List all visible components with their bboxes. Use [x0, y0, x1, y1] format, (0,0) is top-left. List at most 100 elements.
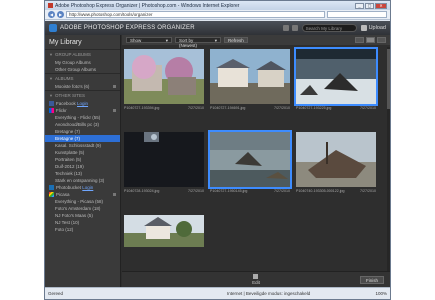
sidebar-item-flickr-set[interactable]: Avondrood/Bills pc (3)	[45, 121, 120, 128]
picasa-icon	[49, 192, 54, 198]
chevron-down-icon: ▾	[165, 38, 168, 43]
library-search-input[interactable]: Search My Library	[301, 24, 357, 32]
photo-tile[interactable]: P1040727-193225.jpg 7/27/2010	[294, 47, 378, 112]
view-grid-icon[interactable]	[366, 37, 375, 43]
grid-scrollbar[interactable]	[387, 47, 390, 271]
library-sidebar: My Library ▼ GROUP ALBUMS My Group Albums…	[45, 35, 121, 287]
bottom-bar: Edit Finish	[122, 271, 390, 287]
photo-grid: P1040727-193394.jpg 7/27/2010 P1040727-19…	[124, 47, 388, 271]
sidebar-item-flickr-set[interactable]: Bretagne (7)	[45, 128, 120, 135]
status-text: Gereed	[48, 291, 64, 296]
sidebar-item-flickr-set[interactable]: Kasal. Schlossstadt (9)	[45, 142, 120, 149]
photo-thumbnail[interactable]	[124, 49, 204, 104]
photo-thumbnail[interactable]	[124, 215, 204, 247]
refresh-button[interactable]: Refresh	[224, 37, 248, 43]
photo-tile[interactable]: P1040728-193024.jpg 7/27/2010	[124, 132, 204, 195]
sidebar-item-flickr-set[interactable]: Stark en ontspanning (3)	[45, 177, 120, 184]
help-icon[interactable]	[291, 25, 298, 31]
upload-button[interactable]: Upload	[360, 25, 386, 31]
photo-filename: P1040727-193225.jpg	[296, 106, 332, 110]
sidebar-item-other-group-albums[interactable]: Other Group Albums	[45, 66, 120, 73]
show-dropdown[interactable]: Show ▾	[126, 37, 172, 43]
photobucket-icon	[49, 185, 54, 191]
sidebar-item-flickr[interactable]: Flickr	[45, 107, 120, 114]
photo-tile[interactable]: P1040727-193394.jpg 7/27/2010	[124, 49, 204, 112]
sidebar-item-picasa-album[interactable]: NJ Test (10)	[45, 219, 120, 226]
sidebar-item-picasa-album[interactable]: Everything - Picasa (58)	[45, 198, 120, 205]
photo-tile[interactable]: P1040727-1950145.jpg 7/27/2010	[208, 130, 292, 195]
photo-date: 7/27/2010	[274, 189, 290, 193]
photo-filename: P1040740-193305-000122.jpg	[296, 189, 345, 193]
view-single-icon[interactable]	[355, 37, 364, 43]
upload-label: Upload	[368, 25, 386, 31]
app-header: ADOBE PHOTOSHOP EXPRESS ORGANIZER Search…	[45, 21, 390, 35]
browser-statusbar: Gereed Internet | Beveiligde modus: inge…	[45, 287, 390, 299]
sidebar-item-my-group-albums[interactable]: My Group Albums	[45, 59, 120, 66]
sidebar-item-flickr-set[interactable]: Duif-2012 (19)	[45, 163, 120, 170]
refresh-icon[interactable]	[113, 109, 116, 112]
flickr-icon	[49, 108, 54, 114]
edit-label: Edit	[252, 280, 260, 285]
photo-thumbnail-selected[interactable]	[208, 130, 292, 189]
sidebar-item-album[interactable]: Mooiste foto's (6)	[45, 83, 120, 90]
sidebar-item-picasa-album[interactable]: NJ Foto's Maas (5)	[45, 212, 120, 219]
window-title: Adobe Photoshop Express Organizer | Phot…	[55, 2, 240, 9]
chevron-down-icon: ▾	[214, 38, 217, 43]
view-list-icon[interactable]	[377, 37, 386, 43]
scrollbar-thumb[interactable]	[387, 49, 390, 109]
sidebar-item-flickr-set[interactable]: Techniek (13)	[45, 170, 120, 177]
url-field[interactable]: http://www.photoshop.com/tools/organizer	[66, 11, 325, 18]
photo-thumbnail[interactable]	[124, 132, 204, 187]
photo-filename: P1040728-193024.jpg	[124, 189, 160, 193]
photo-tile[interactable]	[124, 215, 204, 247]
settings-icon[interactable]	[282, 25, 289, 31]
forward-icon[interactable]: ▶	[57, 11, 64, 18]
collapse-triangle-icon: ▼	[49, 76, 53, 81]
refresh-icon[interactable]	[113, 193, 116, 196]
photo-filename: P1040727-1950145.jpg	[210, 189, 248, 193]
sidebar-item-flickr-set[interactable]: Portraiten (5)	[45, 156, 120, 163]
photo-date: 7/27/2010	[188, 106, 204, 110]
photo-tile[interactable]: P1040740-193305-000122.jpg 7/27/2010	[296, 132, 376, 195]
photo-thumbnail-selected[interactable]	[294, 47, 378, 106]
sidebar-item-flickr-set[interactable]: Kunstplatte (5)	[45, 149, 120, 156]
photoshop-logo-icon	[49, 24, 57, 32]
photo-date: 7/27/2010	[360, 189, 376, 193]
photo-date: 7/27/2010	[360, 106, 376, 110]
photo-thumbnail[interactable]	[210, 49, 290, 104]
sidebar-item-picasa-album[interactable]: Foto (12)	[45, 226, 120, 233]
sidebar-item-flickr-set[interactable]: Everything - Flickr (55)	[45, 114, 120, 121]
photobucket-login-link[interactable]: Login	[82, 185, 93, 190]
sidebar-item-flickr-set-selected[interactable]: Bretagne (7)	[45, 135, 120, 142]
sidebar-item-picasa-album[interactable]: Foto's Amsterdam (18)	[45, 205, 120, 212]
photo-filename: P1040727-194691.jpg	[210, 106, 246, 110]
sidebar-title: My Library	[49, 39, 82, 46]
grid-toolbar: Show ▾ Sort by (Newest) ▾ Refresh	[122, 35, 390, 48]
sidebar-item-picasa[interactable]: Picasa	[45, 191, 120, 198]
browser-window: Adobe Photoshop Express Organizer | Phot…	[44, 0, 391, 300]
photo-thumbnail[interactable]	[296, 132, 376, 187]
security-zone: Internet | Beveiligde modus: ingeschakel…	[227, 291, 311, 296]
sidebar-item-photobucket[interactable]: Photobucket Login	[45, 184, 120, 191]
facebook-login-link[interactable]: Login	[77, 101, 88, 106]
finish-button[interactable]: Finish	[359, 276, 384, 284]
photo-date: 7/27/2010	[188, 189, 204, 193]
ie-icon	[48, 3, 53, 8]
zoom-level[interactable]: 100%	[357, 291, 387, 296]
group-albums-header[interactable]: ▼ GROUP ALBUMS	[45, 49, 120, 59]
maximize-button[interactable]: ▢	[365, 2, 374, 9]
edit-button[interactable]: Edit	[252, 274, 260, 285]
album-icon	[113, 85, 116, 88]
browser-search-field[interactable]	[327, 11, 387, 18]
close-button[interactable]: ✕	[375, 2, 387, 9]
albums-header[interactable]: ▼ ALBUMS	[45, 73, 120, 83]
photo-filename: P1040727-193394.jpg	[124, 106, 160, 110]
sort-dropdown[interactable]: Sort by (Newest) ▾	[175, 37, 221, 48]
upload-icon	[360, 25, 367, 31]
other-sites-header[interactable]: ▼ OTHER SITES	[45, 90, 120, 100]
back-icon[interactable]: ◀	[48, 11, 55, 18]
photo-tile[interactable]: P1040727-194691.jpg 7/27/2010	[210, 49, 290, 112]
sidebar-item-facebook[interactable]: Facebook Login	[45, 100, 120, 107]
minimize-button[interactable]: _	[355, 2, 364, 9]
browser-titlebar: Adobe Photoshop Express Organizer | Phot…	[45, 1, 390, 10]
